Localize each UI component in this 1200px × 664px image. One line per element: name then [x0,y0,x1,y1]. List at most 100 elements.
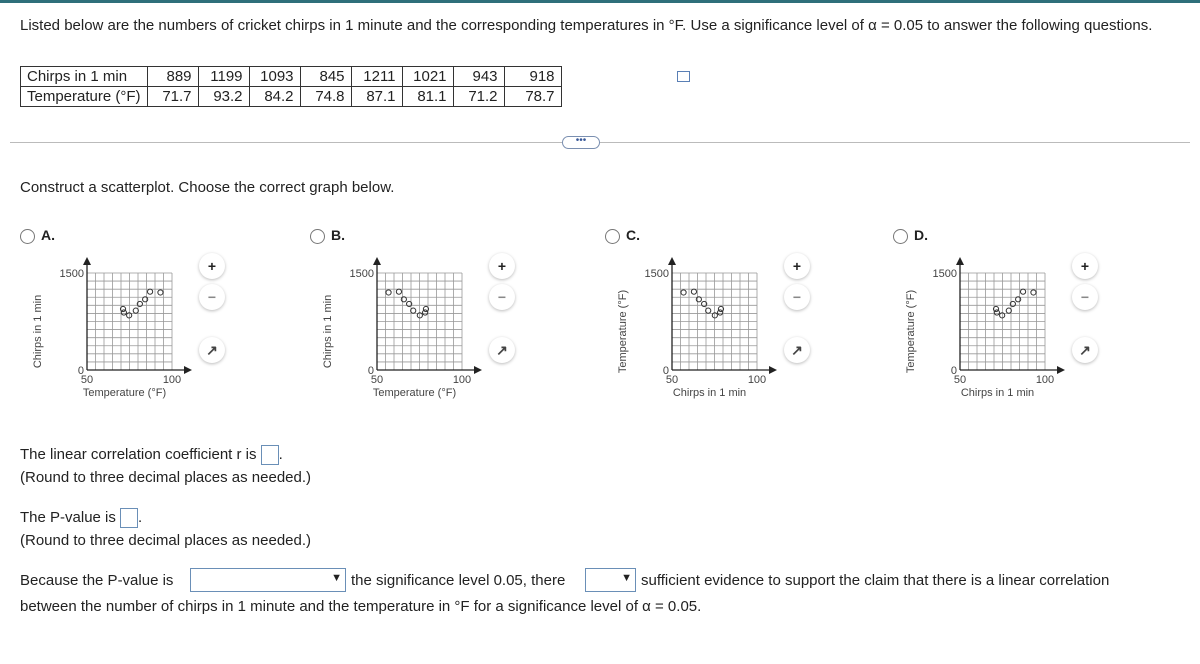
chirps-cell: 1021 [401,66,454,87]
r-text: The linear correlation coefficient r is [20,445,257,463]
comparison-dropdown[interactable]: ▼ [190,568,346,592]
data-point [146,288,154,295]
temperature-cell: 81.1 [401,86,454,107]
popout-button[interactable]: ↗ [1072,337,1098,363]
data-point [422,309,429,316]
popout-button[interactable]: ↗ [489,337,515,363]
row-label-temperature: Temperature (°F) [20,86,148,107]
popout-icon: ↗ [206,341,218,358]
data-point [1019,288,1027,295]
option-a[interactable]: A. [20,227,55,244]
option-label: B. [331,227,345,243]
zoom-in-icon: + [207,258,217,274]
copy-table-icon[interactable] [677,71,690,82]
data-table: Chirps in 1 min 889 1199 1093 845 1211 1021 943… [20,66,562,107]
x-tick-label: 100 [163,374,181,386]
zoom-out-button[interactable]: − [199,284,225,310]
scatterplot-c: 1500050 100Chirps in 1 minTemperature (°F… [617,257,777,399]
zoom-out-icon: − [1080,289,1090,305]
expand-button[interactable]: ••• [562,136,600,149]
temperature-cell: 78.7 [503,86,562,107]
data-point [690,288,698,295]
zoom-in-icon: + [792,258,802,274]
zoom-in-icon: + [1080,258,1090,274]
data-point [385,289,392,296]
zoom-in-icon: + [497,258,507,274]
radio-button[interactable] [310,228,325,244]
x-axis-arrow [769,366,777,374]
popout-icon: ↗ [1079,341,1091,358]
temperature-cell: 71.2 [452,86,505,107]
zoom-out-icon: − [792,289,802,305]
chirps-cell: 889 [146,66,199,87]
x-tick-label: 50 [666,374,678,386]
temperature-cell: 93.2 [197,86,250,107]
option-label: A. [41,227,55,243]
option-label: C. [626,227,640,243]
dropdown-arrow-icon: ▼ [331,572,342,584]
zoom-in-button[interactable]: + [489,253,515,279]
data-point [120,309,127,316]
x-tick-label: 50 [371,374,383,386]
temperature-cell: 71.7 [146,86,199,107]
r-input[interactable] [260,445,279,465]
radio-button[interactable] [605,228,620,244]
option-d[interactable]: D. [893,227,928,244]
x-axis-label: Chirps in 1 min [961,387,1034,399]
zoom-in-button[interactable]: + [199,253,225,279]
chirps-cell: 1199 [197,66,250,87]
chirps-cell: 845 [299,66,352,87]
data-point [1030,289,1037,296]
radio-button[interactable] [893,228,908,244]
p-value-input[interactable] [120,508,139,528]
data-point [157,289,164,296]
conclusion-part1: Because the P-value is [20,572,174,589]
p-note: (Round to three decimal places as needed… [20,532,312,549]
option-c[interactable]: C. [605,227,640,244]
x-tick-label: 100 [748,374,766,386]
data-point [717,309,724,316]
row-label-chirps: Chirps in 1 min [20,66,148,87]
zoom-in-button[interactable]: + [784,253,810,279]
temperature-cell: 84.2 [248,86,301,107]
popout-button[interactable]: ↗ [199,337,225,363]
x-axis-label: Temperature (°F) [83,387,166,399]
temperature-cell: 87.1 [350,86,403,107]
conclusion-line2: between the number of chirps in 1 minute… [20,598,702,615]
p-text: The P-value is [20,508,116,526]
r-question: The linear correlation coefficient r is … [20,445,283,465]
chirps-cell: 943 [452,66,505,87]
option-b[interactable]: B. [310,227,345,244]
y-axis-arrow [956,257,964,265]
zoom-out-icon: − [207,289,217,305]
y-tick-label: 1500 [350,268,374,280]
y-axis-label: Temperature (°F) [617,290,629,373]
construct-prompt: Construct a scatterplot. Choose the corr… [20,179,395,196]
chirps-cell: 1093 [248,66,301,87]
chirps-cell: 918 [503,66,562,87]
scatterplot-b: 1500050 100Temperature (°F)Chirps in 1 mi… [322,257,482,399]
y-axis-label: Chirps in 1 min [322,295,334,368]
zoom-in-button[interactable]: + [1072,253,1098,279]
popout-button[interactable]: ↗ [784,337,810,363]
x-axis-label: Chirps in 1 min [673,387,746,399]
y-axis-arrow [83,257,91,265]
zoom-out-button[interactable]: − [1072,284,1098,310]
radio-button[interactable] [20,228,35,244]
x-tick-label: 100 [453,374,471,386]
evidence-dropdown[interactable]: ▼ [585,568,636,592]
divider [10,142,1190,143]
scatterplot-d: 1500050 100Chirps in 1 minTemperature (°F… [905,257,1065,399]
conclusion-part2: the significance level 0.05, there [351,572,566,589]
x-axis-label: Temperature (°F) [373,387,456,399]
data-point [680,289,687,296]
x-tick-label: 50 [954,374,966,386]
zoom-out-button[interactable]: − [784,284,810,310]
y-tick-label: 1500 [933,268,957,280]
zoom-out-button[interactable]: − [489,284,515,310]
popout-icon: ↗ [496,341,508,358]
conclusion-part3: sufficient evidence to support the claim… [641,572,1110,589]
dropdown-arrow-icon: ▼ [621,572,632,584]
scatterplot-a: 1500050 100Temperature (°F)Chirps in 1 mi… [32,257,192,399]
data-point [395,288,403,295]
